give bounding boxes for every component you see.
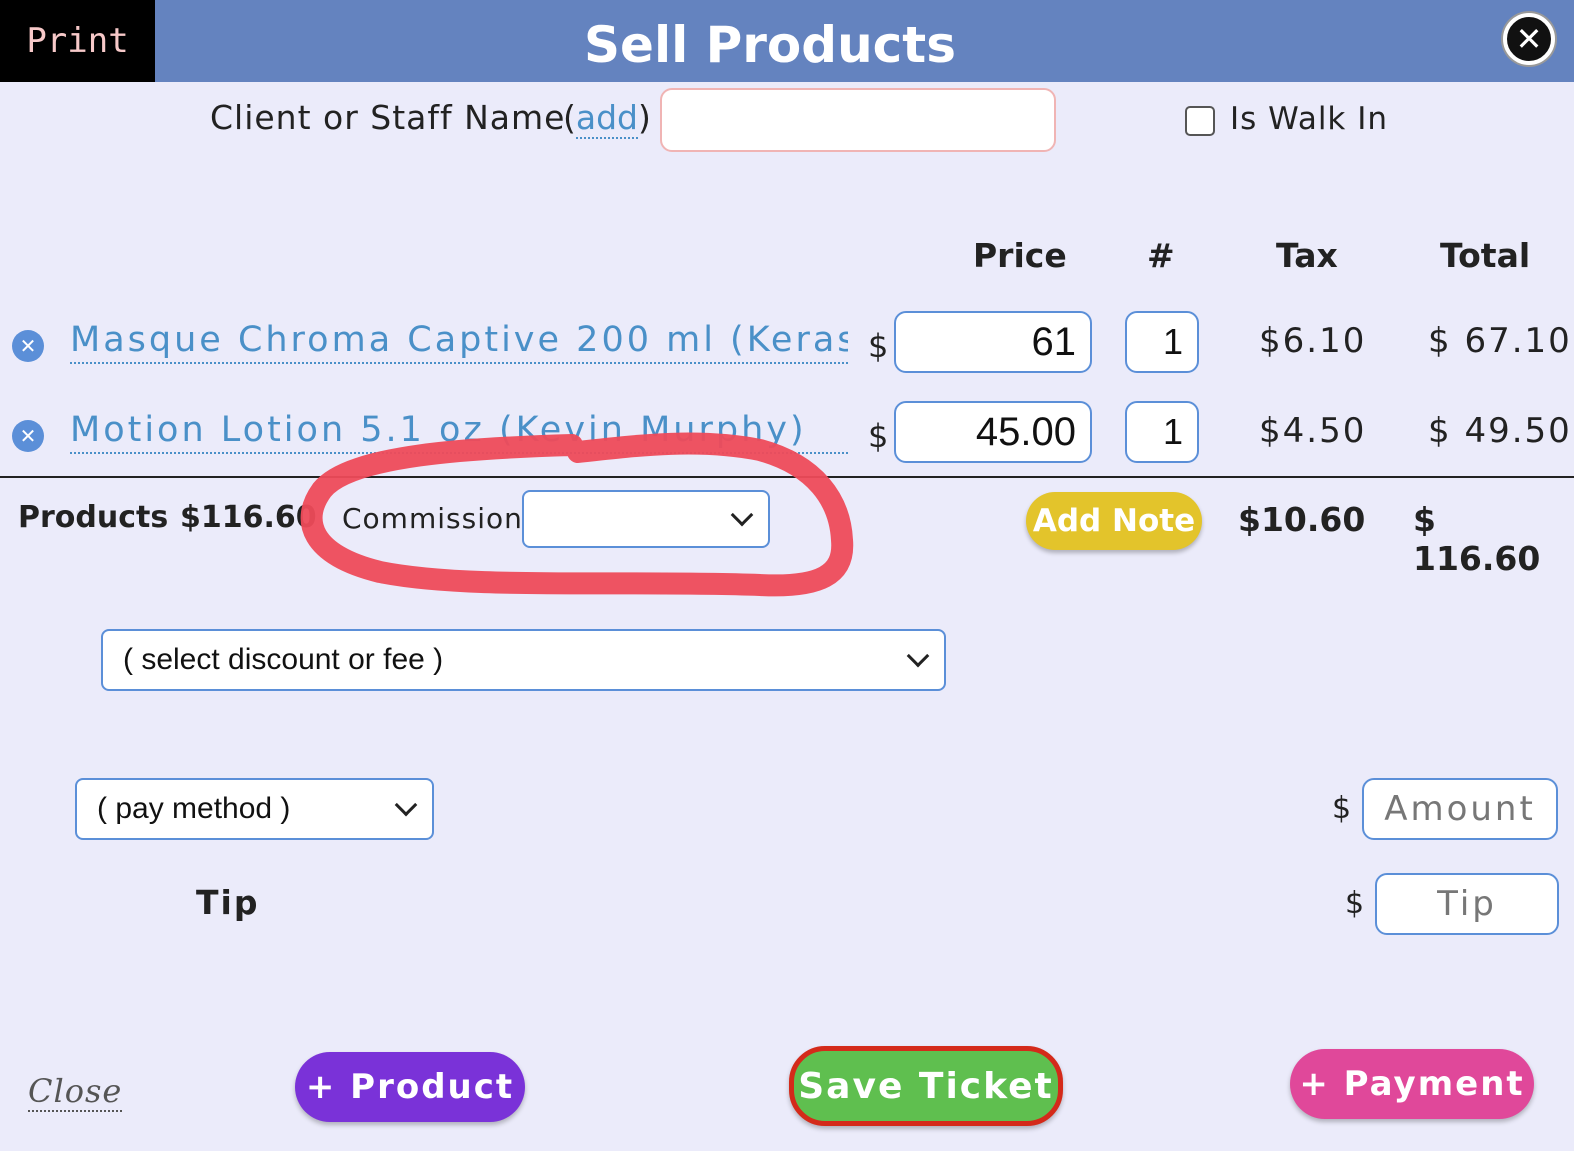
remove-item-icon[interactable]: ✕ (12, 330, 44, 362)
remove-item-icon[interactable]: ✕ (12, 420, 44, 452)
tip-input[interactable]: Tip (1375, 873, 1559, 935)
add-note-button[interactable]: Add Note (1026, 492, 1202, 550)
paren-open: ( (563, 98, 576, 137)
pay-method-select[interactable]: ( pay method ) (75, 778, 434, 840)
pay-method-placeholder: ( pay method ) (97, 792, 291, 825)
walk-in-label: Is Walk In (1230, 101, 1389, 137)
price-currency: $ (868, 417, 889, 455)
price-currency: $ (868, 327, 889, 365)
commission-select[interactable] (522, 490, 770, 548)
tax-total: $10.60 (1238, 500, 1366, 539)
add-client-wrapper: (add) (563, 98, 651, 139)
item-tax: $4.50 (1259, 411, 1367, 451)
price-input[interactable]: 61 (894, 311, 1092, 373)
chevron-down-icon (730, 503, 754, 527)
add-client-link[interactable]: add (575, 98, 638, 139)
product-name-link[interactable]: Motion Lotion 5.1 oz (Kevin Murphy) (70, 408, 848, 454)
amount-currency: $ (1332, 791, 1352, 826)
quantity-input[interactable]: 1 (1125, 311, 1199, 373)
add-payment-button[interactable]: + Payment (1290, 1049, 1534, 1119)
item-total: $ 49.50 (1428, 411, 1572, 451)
paren-close: ) (638, 98, 651, 137)
column-qty: # (1147, 236, 1175, 275)
tip-currency: $ (1345, 886, 1365, 921)
walk-in-checkbox[interactable] (1185, 106, 1215, 136)
products-label: Products (18, 500, 169, 535)
column-tax: Tax (1276, 236, 1338, 275)
chevron-down-icon (394, 793, 418, 817)
tip-label: Tip (196, 883, 260, 922)
totals-divider (0, 476, 1574, 478)
column-price: Price (973, 236, 1067, 275)
client-name-input[interactable] (660, 88, 1056, 152)
add-product-button[interactable]: + Product (295, 1052, 525, 1122)
close-icon[interactable]: ✕ (1503, 13, 1555, 65)
discount-select[interactable]: ( select discount or fee ) (101, 629, 946, 691)
dialog-title: Sell Products (584, 16, 956, 74)
chevron-down-icon (906, 644, 930, 668)
client-name-label: Client or Staff Name (210, 98, 566, 137)
price-input[interactable]: 45.00 (894, 401, 1092, 463)
annotation-circle (300, 432, 854, 597)
discount-placeholder: ( select discount or fee ) (123, 643, 444, 676)
products-subtotal: $116.60 (180, 500, 317, 535)
product-name-link[interactable]: Masque Chroma Captive 200 ml (Kerastase) (70, 318, 848, 364)
quantity-input[interactable]: 1 (1125, 401, 1199, 463)
amount-input[interactable]: Amount (1362, 778, 1558, 840)
print-button[interactable]: Print (0, 0, 155, 82)
save-ticket-button[interactable]: Save Ticket (789, 1046, 1063, 1126)
close-link[interactable]: Close (28, 1072, 123, 1112)
commission-label: Commission (342, 502, 523, 535)
column-total: Total (1440, 236, 1531, 275)
item-tax: $6.10 (1259, 321, 1367, 361)
grand-total: $ 116.60 (1413, 500, 1541, 578)
item-total: $ 67.10 (1428, 321, 1572, 361)
